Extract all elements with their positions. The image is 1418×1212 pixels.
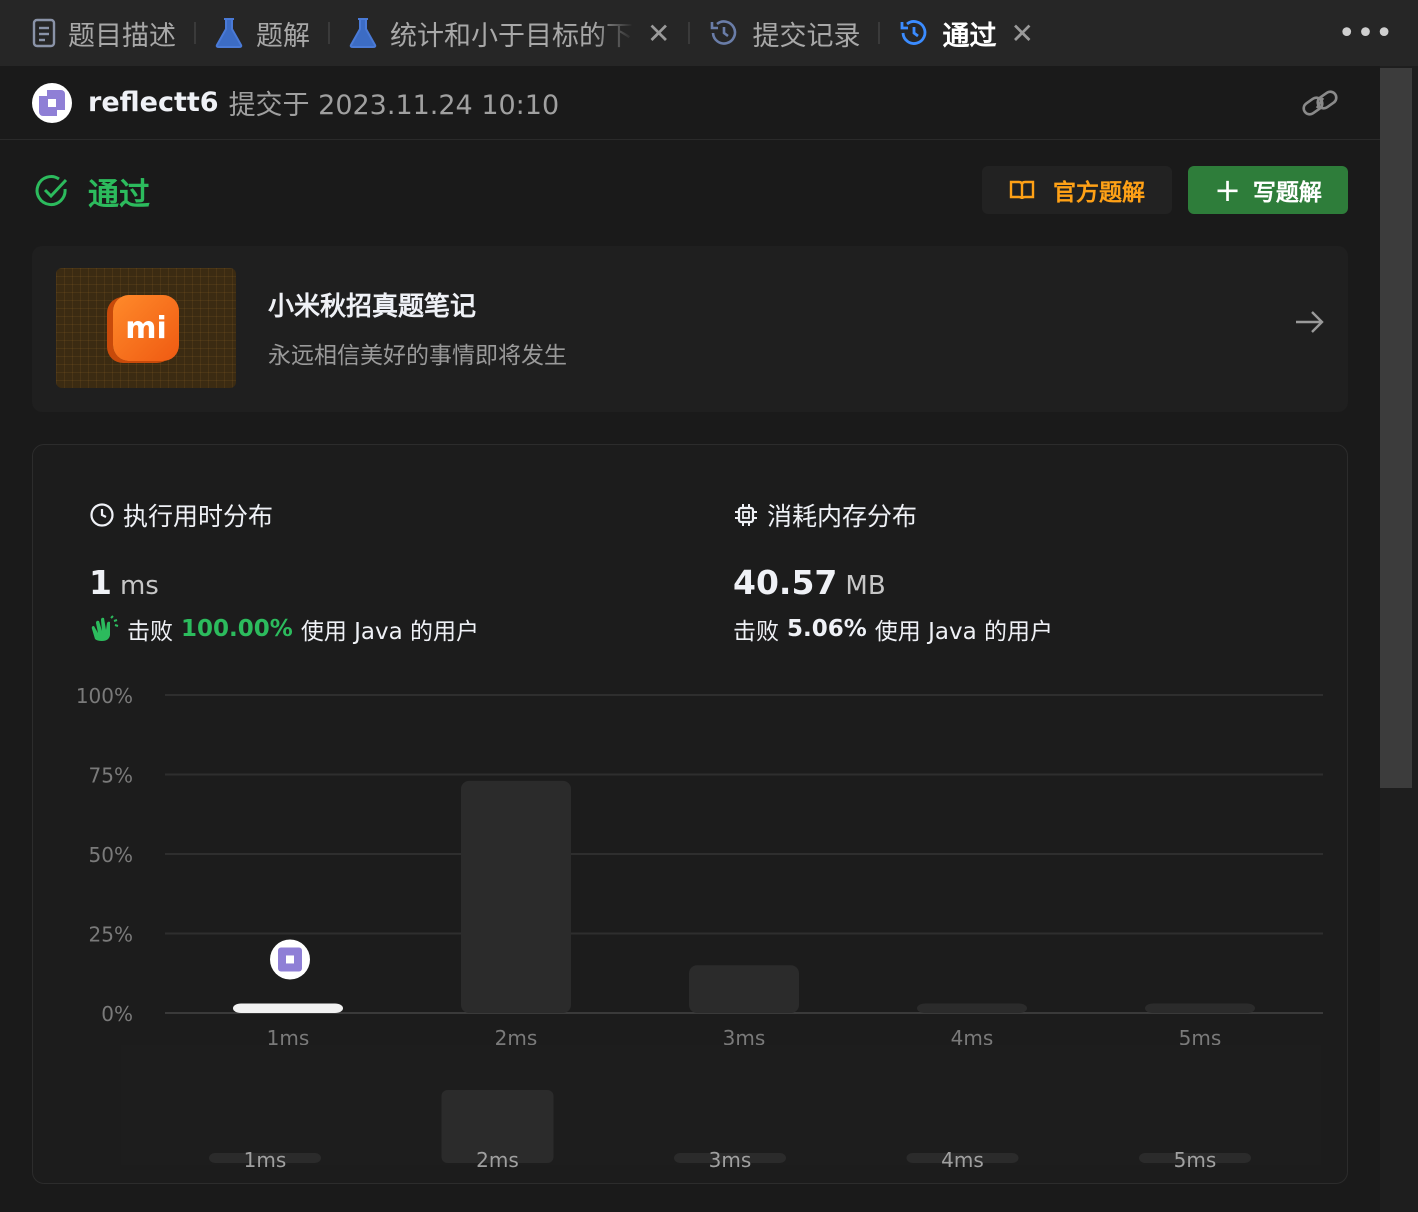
- bar[interactable]: [689, 965, 799, 1013]
- status-label: 通过: [88, 176, 150, 213]
- overview-tick-label: 5ms: [1174, 1148, 1217, 1172]
- y-tick-label: 100%: [76, 684, 133, 708]
- bar[interactable]: [233, 1003, 343, 1013]
- more-options-icon[interactable]: •••: [1338, 16, 1394, 51]
- runtime-unit: ms: [119, 571, 159, 601]
- close-icon[interactable]: ✕: [647, 17, 670, 50]
- close-icon[interactable]: ✕: [1010, 17, 1033, 50]
- flask-icon: [215, 18, 243, 48]
- runtime-beat-prefix: 击败: [127, 619, 173, 645]
- tab-solutions[interactable]: 题解: [202, 0, 322, 66]
- user-avatar-marker-dot: [286, 955, 294, 964]
- overview-background: [121, 1045, 1321, 1165]
- bar[interactable]: [461, 780, 571, 1013]
- arrow-right-icon[interactable]: [1294, 308, 1326, 336]
- official-solution-button[interactable]: 官方题解: [982, 166, 1172, 214]
- y-tick-label: 50%: [89, 843, 133, 867]
- distribution-overview-chart[interactable]: 1ms 2ms 3ms 4ms 5ms: [33, 1045, 1349, 1183]
- tab-divider: [688, 22, 691, 44]
- runtime-beat-suffix: 使用 Java 的用户: [300, 619, 480, 645]
- overview-tick-label: 3ms: [709, 1148, 752, 1172]
- bar[interactable]: [917, 1003, 1027, 1013]
- plus-icon: +: [1214, 171, 1241, 209]
- memory-beat-suffix: 使用 Java 的用户: [874, 619, 1054, 645]
- tab-divider: [878, 22, 881, 44]
- tab-submissions[interactable]: 提交记录: [696, 0, 872, 66]
- document-icon: [32, 18, 56, 48]
- memory-value: 40.57: [733, 563, 838, 602]
- official-solution-label: 官方题解: [1053, 180, 1145, 206]
- bar[interactable]: [1145, 1003, 1255, 1013]
- tab-description[interactable]: 题目描述: [20, 0, 188, 66]
- promo-subtitle: 永远相信美好的事情即将发生: [268, 343, 567, 369]
- overview-tick-label: 2ms: [476, 1148, 519, 1172]
- write-solution-label: 写题解: [1252, 180, 1322, 206]
- runtime-distribution-chart[interactable]: 100% 75% 50% 25% 0% 1ms 2ms 3ms 4ms 5ms: [33, 665, 1349, 1045]
- y-tick-label: 25%: [89, 923, 133, 947]
- performance-stats-card: 执行用时分布 1 ms 击败 100.00% 使用 Java 的用户 消耗内存分布…: [32, 444, 1348, 1184]
- tab-label: 统计和小于目标的下: [390, 13, 633, 53]
- avatar[interactable]: [32, 82, 72, 123]
- runtime-value: 1: [89, 563, 112, 602]
- tab-divider: [328, 22, 330, 44]
- scrollbar-thumb[interactable]: [1380, 68, 1412, 788]
- status-row: 通过 官方题解 + 写题解: [34, 166, 1348, 216]
- tab-label: 提交记录: [752, 20, 861, 52]
- scrollbar[interactable]: [1380, 66, 1418, 1212]
- x-tick-label: 5ms: [1179, 1026, 1222, 1045]
- book-icon: [1009, 180, 1035, 200]
- memory-beat-prefix: 击败: [733, 619, 779, 645]
- tab-label: 题解: [256, 20, 310, 52]
- x-tick-label: 2ms: [495, 1026, 538, 1045]
- clap-hands-icon: [91, 615, 119, 641]
- avatar-image: [39, 89, 65, 116]
- history-icon: [901, 20, 927, 45]
- tab-divider: [194, 22, 196, 44]
- y-tick-label: 0%: [101, 1002, 133, 1026]
- submission-detail-panel: reflectt6 提交于 2023.11.24 10:10 通过 官方题解 +…: [0, 66, 1380, 1212]
- memory-title: 消耗内存分布: [767, 502, 918, 531]
- tab-accepted[interactable]: 通过 ✕: [886, 0, 1045, 66]
- y-tick-label: 75%: [89, 764, 133, 788]
- promo-title: 小米秋招真题笔记: [268, 292, 477, 322]
- promo-card[interactable]: mi 小米秋招真题笔记 永远相信美好的事情即将发生: [32, 246, 1348, 412]
- tab-bar: 题目描述 题解 统计和小于目标的下 ✕ 提交记录 通过 ✕ •••: [0, 0, 1418, 66]
- runtime-beat-percent: 100.00%: [181, 616, 293, 642]
- memory-stat[interactable]: 消耗内存分布 40.57 MB 击败 5.06% 使用 Java 的用户: [733, 497, 1053, 646]
- memory-beat-percent: 5.06%: [787, 616, 867, 642]
- submission-header: reflectt6 提交于 2023.11.24 10:10: [0, 66, 1380, 140]
- link-icon[interactable]: [1300, 86, 1340, 120]
- tab-problem-run[interactable]: 统计和小于目标的下 ✕: [336, 0, 682, 66]
- promo-image: mi: [56, 268, 236, 388]
- memory-unit: MB: [845, 571, 886, 601]
- overview-tick-label: 1ms: [244, 1148, 287, 1172]
- flask-icon: [349, 18, 377, 48]
- chip-icon: [735, 504, 757, 526]
- x-tick-label: 3ms: [723, 1026, 766, 1045]
- clock-icon: [90, 503, 114, 527]
- x-tick-label: 1ms: [267, 1026, 310, 1045]
- write-solution-button[interactable]: + 写题解: [1188, 166, 1348, 214]
- submission-time: 提交于 2023.11.24 10:10: [228, 90, 560, 121]
- tab-label: 通过: [942, 20, 997, 52]
- history-icon: [711, 20, 737, 45]
- x-tick-label: 4ms: [951, 1026, 994, 1045]
- runtime-title: 执行用时分布: [123, 502, 274, 531]
- xiaomi-logo: mi: [113, 295, 179, 361]
- username[interactable]: reflectt6: [88, 87, 219, 118]
- check-circle-icon: [35, 175, 68, 207]
- tab-label: 题目描述: [68, 20, 176, 52]
- overview-tick-label: 4ms: [941, 1148, 984, 1172]
- runtime-stat[interactable]: 执行用时分布 1 ms 击败 100.00% 使用 Java 的用户: [89, 497, 479, 646]
